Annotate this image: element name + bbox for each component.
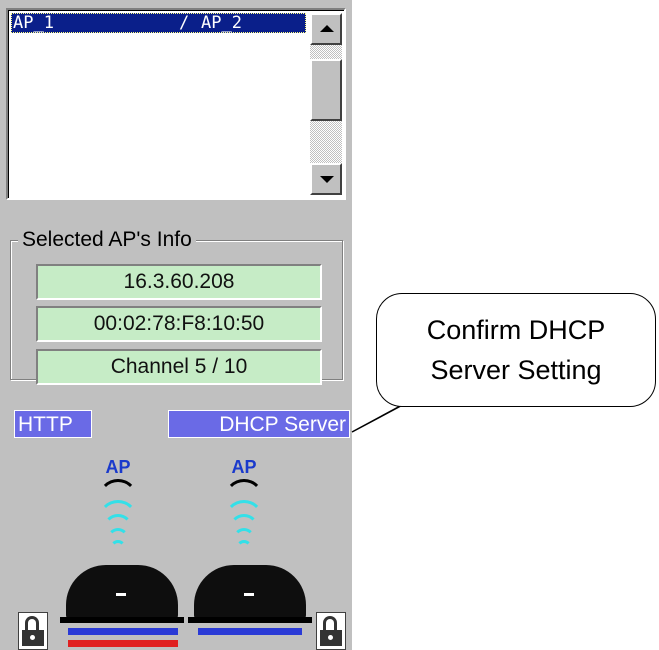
callout-line-1: Confirm DHCP [426, 315, 606, 345]
callout-line-2: Server Setting [430, 355, 602, 385]
callout-bubble: Confirm DHCP Server Setting [376, 293, 656, 407]
